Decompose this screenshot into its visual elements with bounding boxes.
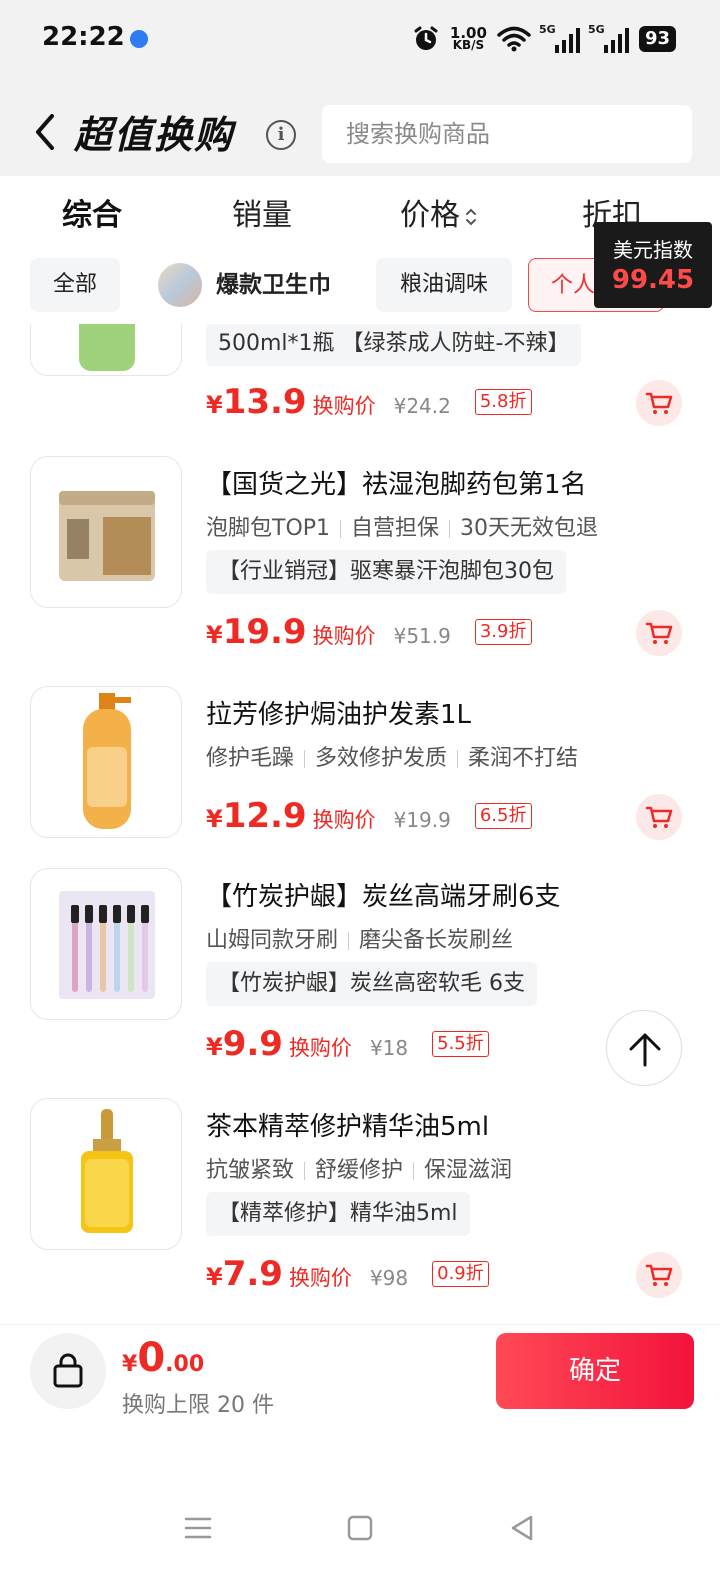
product-promo: 500ml*1瓶 【绿茶成人防蛀-不辣】 <box>206 324 582 366</box>
chip-grain-oil[interactable]: 粮油调味 <box>376 258 512 312</box>
speed-unit: KB/S <box>452 38 485 52</box>
page-title: 超值换购 <box>74 113 235 157</box>
dollar-index-value: 99.45 <box>611 265 695 295</box>
product-title: 拉芳修护焗油护发素1L <box>206 700 472 730</box>
discount-badge: 5.8折 <box>474 389 532 415</box>
product-price-row: ¥7.9 换购价 ¥98 0.9折 <box>206 1254 489 1294</box>
product-price-row: ¥12.9 换购价 ¥19.9 6.5折 <box>206 796 532 836</box>
product-price: 13.9 <box>222 382 307 422</box>
cart-icon <box>645 1264 673 1286</box>
original-price: ¥19.9 <box>393 808 451 832</box>
product-price: 9.9 <box>222 1024 283 1064</box>
chip-featured-label: 爆款卫生巾 <box>216 272 331 298</box>
product-tags: 抗皱紧致 舒缓修护 保湿滋润 <box>206 1158 513 1183</box>
dollar-index-widget[interactable]: 美元指数 99.45 <box>594 222 712 308</box>
original-price: ¥98 <box>369 1266 409 1290</box>
back-to-top-button[interactable] <box>606 1010 682 1086</box>
confirm-button[interactable]: 确定 <box>496 1333 694 1409</box>
cart-icon <box>645 806 673 828</box>
sort-price-label: 价格 <box>400 198 460 233</box>
product-title: 茶本精萃修护精华油5ml <box>206 1112 490 1142</box>
chip-featured[interactable]: 爆款卫生巾 <box>156 258 356 312</box>
cart-bag-button[interactable] <box>30 1333 106 1409</box>
app-notification-icon <box>130 30 148 48</box>
discount-badge: 6.5折 <box>474 803 532 829</box>
battery-icon: 93 <box>638 26 676 52</box>
menu-nav-icon[interactable] <box>180 1510 216 1546</box>
product-price-row: ¥9.9 换购价 ¥18 5.5折 <box>206 1024 489 1064</box>
page-header: 超值换购 i 搜索换购商品 <box>0 80 720 176</box>
product-price: 7.9 <box>222 1254 283 1294</box>
product-image <box>30 324 182 376</box>
chip-all[interactable]: 全部 <box>30 258 120 312</box>
cart-icon <box>645 622 673 644</box>
status-bar: 22:22 1.00 KB/S 5G 5G 93 <box>0 0 720 80</box>
original-price: ¥51.9 <box>393 624 451 648</box>
sort-arrows-icon <box>466 208 476 225</box>
chip-thumbnail <box>156 261 204 309</box>
product-image <box>30 686 182 838</box>
product-promo: 【竹炭护龈】炭丝高密软毛 6支 <box>206 962 537 1006</box>
alarm-icon <box>414 26 438 50</box>
product-price: 12.9 <box>222 796 307 836</box>
home-nav-icon[interactable] <box>342 1510 378 1546</box>
discount-badge: 5.5折 <box>432 1031 489 1057</box>
product-title: 【国货之光】祛湿泡脚药包第1名 <box>206 470 587 500</box>
shopping-bag-icon <box>53 1353 83 1388</box>
sort-sales[interactable]: 销量 <box>232 190 292 234</box>
product-promo: 【行业销冠】驱寒暴汗泡脚包30包 <box>206 550 566 594</box>
back-icon[interactable] <box>30 110 62 154</box>
product-list: 500ml*1瓶 【绿茶成人防蛀-不辣】 ¥13.9 换购价 ¥24.2 5.8折 【… <box>0 324 720 1324</box>
product-tags: 修护毛躁 多效修护发质 柔润不打结 <box>206 746 579 771</box>
arrow-up-icon <box>629 1033 661 1067</box>
product-tags: 山姆同款牙刷 磨尖备长炭刷丝 <box>206 928 514 953</box>
discount-badge: 0.9折 <box>432 1261 489 1287</box>
network-speed: 1.00 KB/S <box>450 26 487 52</box>
product-image <box>30 456 182 608</box>
discount-badge: 3.9折 <box>474 619 532 645</box>
add-to-cart-button[interactable] <box>636 794 682 840</box>
original-price: ¥18 <box>369 1036 409 1060</box>
total-price: ¥0.00 <box>122 1335 205 1381</box>
product-price-row: ¥19.9 换购价 ¥51.9 3.9折 <box>206 612 532 652</box>
sort-price[interactable]: 价格 <box>400 190 478 234</box>
wifi-icon <box>497 26 531 52</box>
add-to-cart-button[interactable] <box>636 380 682 426</box>
dollar-index-label: 美元指数 <box>613 238 693 262</box>
info-icon[interactable]: i <box>266 120 296 150</box>
exchange-limit: 换购上限 20 件 <box>122 1393 274 1418</box>
checkout-bar: ¥0.00 换购上限 20 件 确定 <box>0 1324 720 1426</box>
status-icons: 1.00 KB/S 5G 5G 93 <box>412 22 676 56</box>
cart-icon <box>645 392 673 414</box>
signal-icon-1: 5G <box>539 23 580 53</box>
sort-comprehensive[interactable]: 综合 <box>62 190 122 234</box>
product-tags: 泡脚包TOP1 自营担保 30天无效包退 <box>206 516 599 541</box>
add-to-cart-button[interactable] <box>636 1252 682 1298</box>
product-price-row: ¥13.9 换购价 ¥24.2 5.8折 <box>206 382 532 422</box>
system-nav-bar <box>0 1430 720 1584</box>
signal-icon-2: 5G <box>588 23 629 53</box>
product-image <box>30 1098 182 1250</box>
add-to-cart-button[interactable] <box>636 610 682 656</box>
original-price: ¥24.2 <box>393 394 451 418</box>
back-nav-icon[interactable] <box>504 1510 540 1546</box>
product-image <box>30 868 182 1020</box>
product-price: 19.9 <box>222 612 307 652</box>
status-time: 22:22 <box>42 22 125 52</box>
product-title: 【竹炭护龈】炭丝高端牙刷6支 <box>206 882 561 912</box>
search-input[interactable]: 搜索换购商品 <box>322 105 692 163</box>
product-promo: 【精萃修护】精华油5ml <box>206 1192 470 1236</box>
